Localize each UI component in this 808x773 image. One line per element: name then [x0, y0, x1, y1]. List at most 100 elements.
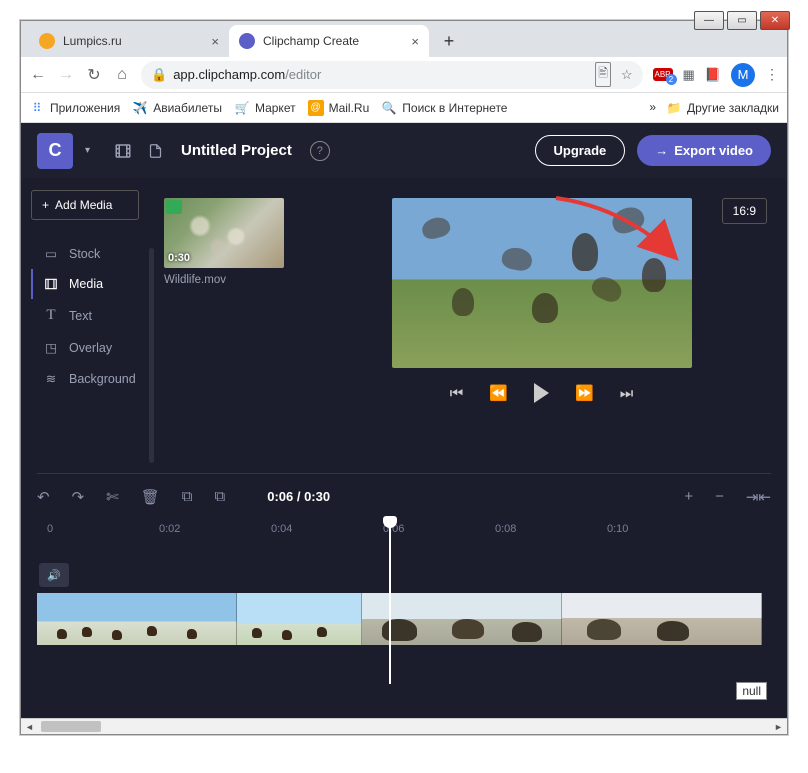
preview-column: 16:9 ⏮ ⏪ ⏩ ⏭ [296, 178, 787, 473]
aspect-ratio-button[interactable]: 16:9 [722, 198, 767, 224]
url-bar: ← → ↻ ⌂ 🔒 app.clipchamp.com/editor 🖹 ☆ A… [21, 57, 787, 93]
reload-button[interactable]: ↻ [85, 65, 103, 85]
player-controls: ⏮ ⏪ ⏩ ⏭ [450, 383, 633, 403]
favicon-icon [39, 33, 55, 49]
split-button[interactable]: ✄ [106, 488, 119, 506]
sidebar-item-media[interactable]: Media [31, 269, 156, 299]
fit-button[interactable]: ⇥⇤ [746, 488, 771, 506]
star-icon[interactable]: ☆ [621, 67, 633, 83]
sidebar-scrollbar[interactable] [149, 248, 154, 463]
duplicate-button[interactable]: ⧉ [215, 488, 226, 505]
rewind-button[interactable]: ⏪ [489, 384, 508, 402]
ruler-mark: 0:02 [159, 523, 180, 535]
tab-strip: Lumpics.ru × Clipchamp Create × + [21, 21, 787, 57]
close-window-button[interactable]: ✕ [760, 11, 790, 30]
browser-tab-clipchamp[interactable]: Clipchamp Create × [229, 25, 429, 57]
redo-button[interactable]: ↷ [72, 488, 85, 506]
scroll-left-icon[interactable]: ◄ [21, 719, 38, 734]
thumb-filename: Wildlife.mov [164, 274, 288, 286]
other-bookmarks[interactable]: 📁Другие закладки [666, 100, 779, 116]
timeline-clip[interactable] [37, 593, 237, 645]
maximize-button[interactable]: ▭ [727, 11, 757, 30]
timeline-clip[interactable] [237, 593, 362, 645]
film-icon[interactable] [113, 141, 133, 161]
tooltip-null: null [736, 682, 767, 700]
stock-icon: ▭ [43, 246, 59, 261]
export-button[interactable]: → Export video [637, 135, 771, 166]
folder-icon: 📁 [666, 100, 682, 116]
audio-toggle[interactable]: 🔊 [39, 563, 69, 587]
document-icon[interactable] [145, 141, 165, 161]
extension-icon[interactable]: ▦ [683, 67, 695, 83]
sidebar-item-overlay[interactable]: ◳ Overlay [31, 332, 156, 363]
ruler-mark: 0:10 [607, 523, 628, 535]
profile-avatar[interactable]: M [731, 63, 755, 87]
upgrade-button[interactable]: Upgrade [535, 135, 626, 166]
app-logo[interactable]: C [37, 133, 73, 169]
timeline-time: 0:06 / 0:30 [267, 489, 330, 504]
horizontal-scrollbar[interactable]: ◄ ► [21, 718, 787, 734]
playhead[interactable] [389, 519, 391, 684]
delete-button[interactable]: 🗑 [141, 488, 160, 506]
skip-end-button[interactable]: ⏭ [620, 385, 634, 402]
chevron-down-icon[interactable]: ▾ [85, 145, 101, 156]
pdf-icon[interactable]: 📕 [705, 67, 721, 83]
overflow-button[interactable]: » [649, 100, 656, 116]
project-title[interactable]: Untitled Project [181, 142, 292, 159]
ruler-mark: 0:08 [495, 523, 516, 535]
translate-icon[interactable]: 🖹 [595, 62, 611, 87]
timeline-clip[interactable] [362, 593, 562, 645]
media-thumbnail[interactable]: 0:30 [164, 198, 284, 268]
video-preview[interactable] [392, 198, 692, 368]
plane-icon: ✈️ [132, 100, 148, 116]
address-bar[interactable]: 🔒 app.clipchamp.com/editor 🖹 ☆ [141, 61, 643, 89]
sidebar-item-background[interactable]: ≋ Background [31, 363, 156, 394]
window-controls: — ▭ ✕ [694, 11, 790, 30]
home-button[interactable]: ⌂ [113, 66, 131, 84]
media-panel: 0:30 Wildlife.mov [156, 178, 296, 473]
forward-button[interactable]: → [57, 66, 75, 84]
timeline-toolbar: ↶ ↷ ✄ 🗑 ⧉ ⧉ 0:06 / 0:30 + − ⇥⇤ [37, 473, 771, 519]
ruler-mark: 0 [47, 523, 53, 535]
layers-icon: ≋ [43, 371, 59, 386]
skip-start-button[interactable]: ⏮ [450, 385, 464, 402]
timeline-ruler[interactable]: 0 0:02 0:04 0:06 0:08 0:10 [37, 519, 771, 543]
editor-row: + Add Media ▭ Stock Media T Text ◳ Ov [21, 178, 787, 473]
sidebar-item-text[interactable]: T Text [31, 299, 156, 332]
app-header: C ▾ Untitled Project ? Upgrade → Export … [21, 123, 787, 178]
undo-button[interactable]: ↶ [37, 488, 50, 506]
menu-icon[interactable]: ⋮ [765, 66, 779, 83]
timeline-clip[interactable] [562, 593, 762, 645]
abp-icon[interactable]: ABP2 [653, 68, 673, 81]
new-tab-button[interactable]: + [435, 27, 463, 55]
bookmark-item[interactable]: 🛒Маркет [234, 100, 296, 116]
scrollbar-thumb[interactable] [41, 721, 101, 732]
search-icon: 🔍 [381, 100, 397, 116]
scroll-right-icon[interactable]: ► [770, 719, 787, 734]
browser-tab-lumpics[interactable]: Lumpics.ru × [29, 25, 229, 57]
forward-button[interactable]: ⏩ [575, 384, 594, 402]
bookmark-item[interactable]: @Mail.Ru [308, 100, 370, 116]
zoom-out-button[interactable]: − [715, 488, 724, 506]
help-icon[interactable]: ? [310, 141, 330, 161]
url-text: app.clipchamp.com/editor [173, 67, 321, 82]
tab-close-icon[interactable]: × [205, 34, 219, 49]
sidebar: + Add Media ▭ Stock Media T Text ◳ Ov [21, 178, 156, 473]
media-icon [43, 277, 59, 291]
copy-button[interactable]: ⧉ [182, 488, 193, 505]
play-button[interactable] [534, 383, 549, 403]
sidebar-item-stock[interactable]: ▭ Stock [31, 238, 156, 269]
bookmark-item[interactable]: ✈️Авиабилеты [132, 100, 222, 116]
tab-close-icon[interactable]: × [405, 34, 419, 49]
apps-button[interactable]: ⠿Приложения [29, 100, 120, 116]
browser-window: — ▭ ✕ Lumpics.ru × Clipchamp Create × + … [20, 20, 788, 735]
add-media-button[interactable]: + Add Media [31, 190, 139, 220]
favicon-icon [239, 33, 255, 49]
bookmark-item[interactable]: 🔍Поиск в Интернете [381, 100, 507, 116]
timeline-track: 🔊 [37, 563, 771, 645]
back-button[interactable]: ← [29, 66, 47, 84]
zoom-in-button[interactable]: + [684, 488, 693, 506]
mail-icon: @ [308, 100, 324, 116]
minimize-button[interactable]: — [694, 11, 724, 30]
clipchamp-app: C ▾ Untitled Project ? Upgrade → Export … [21, 123, 787, 718]
